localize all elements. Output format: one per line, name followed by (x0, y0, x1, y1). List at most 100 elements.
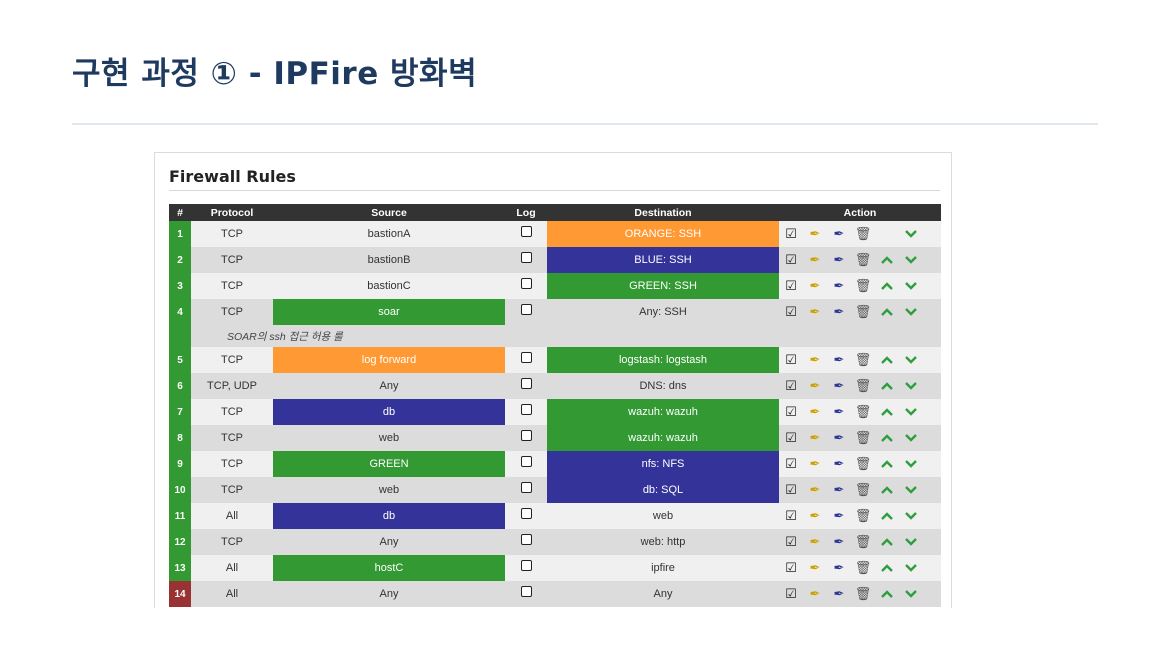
pencil-plus-icon[interactable]: ✒ (827, 251, 851, 269)
pencil-icon[interactable]: ✒ (803, 507, 827, 525)
log-checkbox[interactable] (520, 403, 532, 415)
log-checkbox[interactable] (520, 251, 532, 263)
header-destination[interactable]: Destination (547, 204, 779, 221)
log-checkbox[interactable] (520, 429, 532, 441)
log-checkbox[interactable] (520, 303, 532, 315)
trash-icon[interactable]: 🗑︎ (851, 429, 875, 447)
table-row[interactable]: 11 All db web ☑ ✒ ✒ 🗑︎ (169, 503, 941, 529)
rule-log[interactable] (505, 529, 547, 555)
chevron-down-icon[interactable] (899, 303, 923, 321)
chevron-up-icon[interactable] (875, 455, 899, 473)
checkbox-checked-icon[interactable]: ☑ (779, 429, 803, 447)
pencil-icon[interactable]: ✒ (803, 403, 827, 421)
trash-icon[interactable]: 🗑︎ (851, 507, 875, 525)
chevron-down-icon[interactable] (899, 251, 923, 269)
chevron-up-icon[interactable] (875, 429, 899, 447)
table-row[interactable]: 6 TCP, UDP Any DNS: dns ☑ ✒ ✒ 🗑︎ (169, 373, 941, 399)
checkbox-checked-icon[interactable]: ☑ (779, 303, 803, 321)
chevron-down-icon[interactable] (899, 533, 923, 551)
rule-log[interactable] (505, 347, 547, 373)
table-row[interactable]: 10 TCP web db: SQL ☑ ✒ ✒ 🗑︎ (169, 477, 941, 503)
pencil-plus-icon[interactable]: ✒ (827, 481, 851, 499)
chevron-down-icon[interactable] (899, 351, 923, 369)
pencil-icon[interactable]: ✒ (803, 429, 827, 447)
table-row[interactable]: 5 TCP log forward logstash: logstash ☑ ✒ ✒ 🗑︎ (169, 347, 941, 373)
pencil-plus-icon[interactable]: ✒ (827, 277, 851, 295)
pencil-plus-icon[interactable]: ✒ (827, 559, 851, 577)
log-checkbox[interactable] (520, 277, 532, 289)
table-row[interactable]: 12 TCP Any web: http ☑ ✒ ✒ 🗑︎ (169, 529, 941, 555)
checkbox-checked-icon[interactable]: ☑ (779, 277, 803, 295)
rule-log[interactable] (505, 581, 547, 607)
chevron-up-icon[interactable] (875, 251, 899, 269)
chevron-up-icon[interactable] (875, 481, 899, 499)
log-checkbox[interactable] (520, 455, 532, 467)
rule-log[interactable] (505, 373, 547, 399)
table-row[interactable]: 1 TCP bastionA ORANGE: SSH ☑ ✒ ✒ 🗑︎ (169, 221, 941, 247)
checkbox-checked-icon[interactable]: ☑ (779, 455, 803, 473)
trash-icon[interactable]: 🗑︎ (851, 277, 875, 295)
table-row[interactable]: 7 TCP db wazuh: wazuh ☑ ✒ ✒ 🗑︎ (169, 399, 941, 425)
trash-icon[interactable]: 🗑︎ (851, 403, 875, 421)
rule-log[interactable] (505, 399, 547, 425)
checkbox-checked-icon[interactable]: ☑ (779, 585, 803, 603)
table-row[interactable]: 14 All Any Any ☑ ✒ ✒ 🗑︎ (169, 581, 941, 607)
pencil-icon[interactable]: ✒ (803, 251, 827, 269)
trash-icon[interactable]: 🗑︎ (851, 481, 875, 499)
checkbox-checked-icon[interactable]: ☑ (779, 403, 803, 421)
trash-icon[interactable]: 🗑︎ (851, 585, 875, 603)
trash-icon[interactable]: 🗑︎ (851, 559, 875, 577)
chevron-up-icon[interactable] (875, 277, 899, 295)
pencil-icon[interactable]: ✒ (803, 533, 827, 551)
pencil-plus-icon[interactable]: ✒ (827, 533, 851, 551)
log-checkbox[interactable] (520, 351, 532, 363)
chevron-up-icon[interactable] (875, 403, 899, 421)
log-checkbox[interactable] (520, 225, 532, 237)
pencil-icon[interactable]: ✒ (803, 481, 827, 499)
pencil-plus-icon[interactable]: ✒ (827, 225, 851, 243)
checkbox-checked-icon[interactable]: ☑ (779, 225, 803, 243)
log-checkbox[interactable] (520, 507, 532, 519)
chevron-down-icon[interactable] (899, 585, 923, 603)
trash-icon[interactable]: 🗑︎ (851, 533, 875, 551)
chevron-up-icon[interactable] (875, 533, 899, 551)
rule-log[interactable] (505, 503, 547, 529)
rule-log[interactable] (505, 299, 547, 325)
chevron-up-icon[interactable] (875, 585, 899, 603)
pencil-plus-icon[interactable]: ✒ (827, 403, 851, 421)
trash-icon[interactable]: 🗑︎ (851, 225, 875, 243)
chevron-up-icon[interactable] (875, 351, 899, 369)
chevron-down-icon[interactable] (899, 481, 923, 499)
log-checkbox[interactable] (520, 481, 532, 493)
chevron-down-icon[interactable] (899, 455, 923, 473)
chevron-down-icon[interactable] (899, 403, 923, 421)
chevron-down-icon[interactable] (899, 377, 923, 395)
rule-log[interactable] (505, 221, 547, 247)
chevron-up-icon[interactable] (875, 507, 899, 525)
pencil-plus-icon[interactable]: ✒ (827, 507, 851, 525)
checkbox-checked-icon[interactable]: ☑ (779, 559, 803, 577)
rule-log[interactable] (505, 477, 547, 503)
pencil-icon[interactable]: ✒ (803, 559, 827, 577)
pencil-icon[interactable]: ✒ (803, 277, 827, 295)
chevron-down-icon[interactable] (899, 429, 923, 447)
table-row[interactable]: 2 TCP bastionB BLUE: SSH ☑ ✒ ✒ 🗑︎ (169, 247, 941, 273)
pencil-plus-icon[interactable]: ✒ (827, 351, 851, 369)
checkbox-checked-icon[interactable]: ☑ (779, 351, 803, 369)
rule-log[interactable] (505, 451, 547, 477)
checkbox-checked-icon[interactable]: ☑ (779, 377, 803, 395)
pencil-icon[interactable]: ✒ (803, 455, 827, 473)
chevron-up-icon[interactable] (875, 559, 899, 577)
table-row[interactable]: 8 TCP web wazuh: wazuh ☑ ✒ ✒ 🗑︎ (169, 425, 941, 451)
pencil-plus-icon[interactable]: ✒ (827, 429, 851, 447)
pencil-plus-icon[interactable]: ✒ (827, 455, 851, 473)
rule-log[interactable] (505, 555, 547, 581)
pencil-plus-icon[interactable]: ✒ (827, 377, 851, 395)
log-checkbox[interactable] (520, 559, 532, 571)
rule-log[interactable] (505, 425, 547, 451)
checkbox-checked-icon[interactable]: ☑ (779, 507, 803, 525)
chevron-down-icon[interactable] (899, 559, 923, 577)
table-row[interactable]: 9 TCP GREEN nfs: NFS ☑ ✒ ✒ 🗑︎ (169, 451, 941, 477)
pencil-icon[interactable]: ✒ (803, 351, 827, 369)
log-checkbox[interactable] (520, 585, 532, 597)
